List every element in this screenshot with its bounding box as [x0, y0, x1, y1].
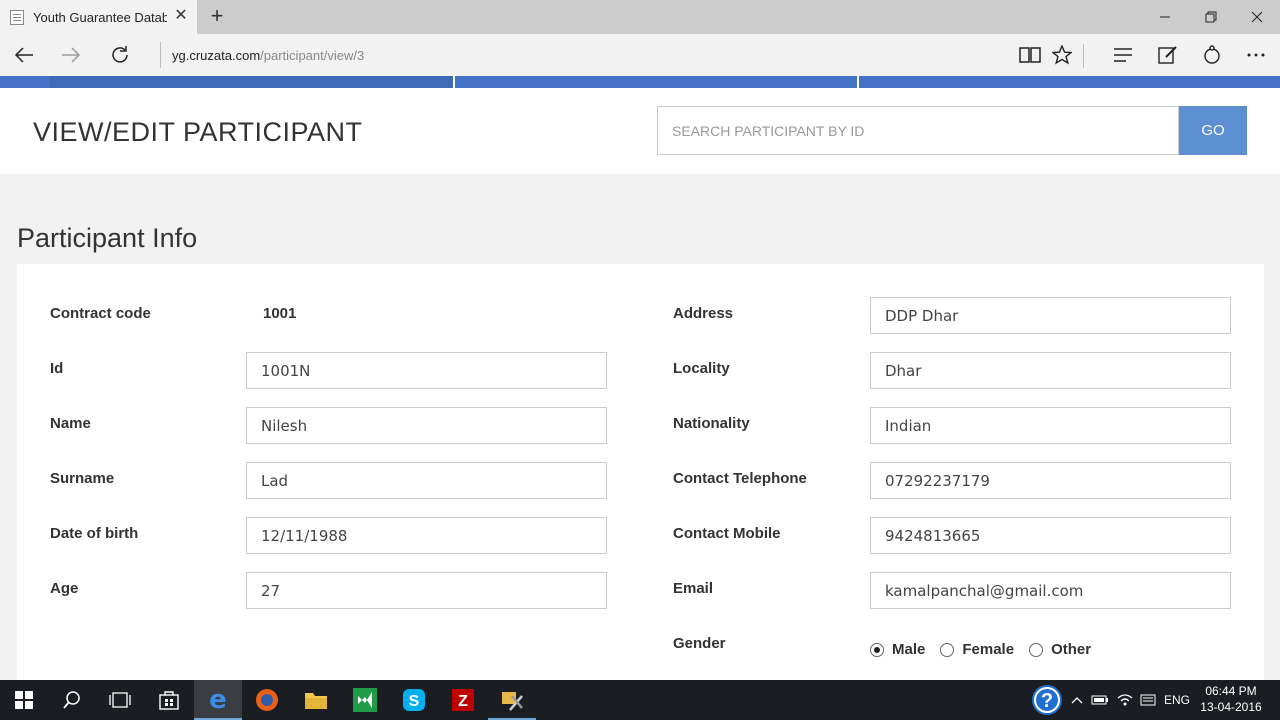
nationality-label: Nationality — [673, 415, 750, 432]
age-field[interactable] — [246, 572, 607, 609]
radio-selected-icon[interactable] — [870, 642, 884, 657]
radio-unselected-icon[interactable] — [1029, 642, 1044, 657]
name-label: Name — [50, 415, 91, 432]
search-icon[interactable] — [48, 680, 96, 720]
show-hidden-icons-icon[interactable] — [1067, 680, 1087, 720]
skype-icon[interactable]: S — [390, 680, 438, 720]
language-indicator[interactable]: ENG — [1160, 680, 1194, 720]
url-host: yg.cruzata.com — [172, 47, 261, 63]
store-icon[interactable] — [145, 680, 193, 720]
page-favicon-icon — [10, 9, 24, 25]
more-options-icon[interactable] — [1243, 42, 1269, 68]
radio-unselected-icon[interactable] — [940, 642, 955, 657]
battery-icon[interactable] — [1089, 680, 1111, 720]
contact-mobile-field[interactable] — [870, 517, 1231, 554]
gender-option-label: Other — [1051, 641, 1092, 658]
minimize-icon[interactable] — [1142, 0, 1188, 34]
tab-title: Youth Guarantee Datab: — [33, 9, 167, 25]
restore-icon[interactable] — [1188, 0, 1234, 34]
nav-divider — [453, 76, 455, 88]
gender-option-female[interactable]: Female — [940, 641, 1014, 658]
file-explorer-icon[interactable] — [292, 680, 340, 720]
url-path: /participant/view/3 — [260, 47, 365, 63]
back-icon[interactable] — [10, 42, 38, 68]
browser-tab-bar: Youth Guarantee Datab: ✕ + — [0, 0, 1280, 34]
web-note-icon[interactable] — [1155, 42, 1181, 68]
close-tab-icon[interactable]: ✕ — [173, 8, 189, 24]
svg-text:Z: Z — [458, 693, 468, 710]
svg-text:?: ? — [1041, 690, 1053, 712]
clock-date: 13-04-2016 — [1200, 700, 1262, 714]
filezilla-icon[interactable]: Z — [439, 680, 487, 720]
hub-icon[interactable] — [1110, 42, 1136, 68]
gender-label: Gender — [673, 635, 726, 652]
visual-studio-icon[interactable] — [341, 680, 389, 720]
close-window-icon[interactable] — [1234, 0, 1280, 34]
nav-tab-1[interactable] — [50, 76, 453, 88]
search-participant-input[interactable] — [657, 106, 1179, 155]
help-icon[interactable]: ? — [1030, 680, 1064, 720]
page-header: VIEW/EDIT PARTICIPANT GO — [0, 88, 1280, 174]
firefox-icon[interactable] — [243, 680, 291, 720]
email-field[interactable] — [870, 572, 1231, 609]
share-icon[interactable] — [1199, 42, 1225, 68]
gender-radio-group: Male Female Other — [870, 641, 1106, 658]
locality-label: Locality — [673, 360, 730, 377]
browser-address-bar: yg.cruzata.com/participant/view/3 — [0, 34, 1280, 76]
contact-telephone-field[interactable] — [870, 462, 1231, 499]
nationality-field[interactable] — [870, 407, 1231, 444]
locality-field[interactable] — [870, 352, 1231, 389]
browser-tab[interactable]: Youth Guarantee Datab: ✕ — [0, 0, 197, 34]
surname-label: Surname — [50, 470, 115, 487]
svg-text:S: S — [409, 693, 420, 710]
contact-telephone-label: Contact Telephone — [673, 470, 807, 487]
toolbar-divider — [1083, 44, 1084, 68]
reading-view-icon[interactable] — [1017, 42, 1043, 68]
clock-time: 06:44 PM — [1205, 684, 1257, 698]
tools-app-icon[interactable] — [488, 680, 536, 720]
nav-divider — [857, 76, 859, 88]
new-tab-icon[interactable]: + — [206, 5, 228, 28]
section-title: Participant Info — [17, 223, 198, 253]
gender-option-label: Male — [892, 641, 926, 658]
dob-label: Date of birth — [50, 525, 139, 542]
page-title: VIEW/EDIT PARTICIPANT — [33, 117, 363, 147]
dob-field[interactable] — [246, 517, 607, 554]
participant-info-card: Contract code 1001 Id Name Surname Date … — [17, 264, 1264, 680]
address-field[interactable] — [870, 297, 1231, 334]
name-field[interactable] — [246, 407, 607, 444]
top-nav-strip — [0, 76, 1280, 88]
contract-code-value: 1001 — [263, 305, 297, 322]
surname-field[interactable] — [246, 462, 607, 499]
keyboard-icon[interactable] — [1137, 680, 1159, 720]
system-clock[interactable]: 06:44 PM 13-04-2016 — [1196, 683, 1266, 715]
id-label: Id — [50, 360, 64, 377]
age-label: Age — [50, 580, 79, 597]
gender-option-male[interactable]: Male — [870, 641, 925, 658]
contact-mobile-label: Contact Mobile — [673, 525, 781, 542]
wifi-icon[interactable] — [1114, 680, 1136, 720]
gender-option-label: Female — [962, 641, 1015, 658]
refresh-icon[interactable] — [106, 42, 134, 68]
task-view-icon[interactable] — [96, 680, 144, 720]
edge-browser-icon[interactable]: e — [194, 680, 242, 720]
gender-option-other[interactable]: Other — [1029, 641, 1091, 658]
favorite-star-icon[interactable] — [1049, 42, 1075, 68]
email-label: Email — [673, 580, 714, 597]
windows-taskbar: e S Z ? ENG 06:44 PM 13-04-2016 — [0, 680, 1280, 720]
contract-code-label: Contract code — [50, 305, 151, 322]
go-button[interactable]: GO — [1179, 106, 1247, 155]
address-label: Address — [673, 305, 734, 322]
page-content: VIEW/EDIT PARTICIPANT GO Participant Inf… — [0, 76, 1280, 680]
forward-icon[interactable] — [57, 42, 85, 68]
id-field[interactable] — [246, 352, 607, 389]
windows-start-icon[interactable] — [0, 680, 48, 720]
url-field[interactable]: yg.cruzata.com/participant/view/3 — [160, 42, 364, 68]
